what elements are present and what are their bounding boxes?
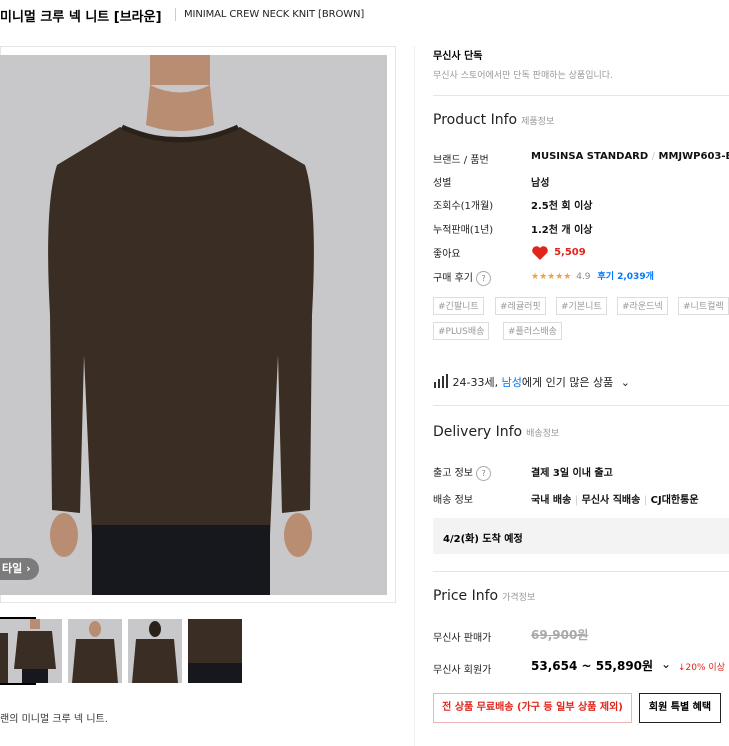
shipping-label: 출고 정보 ? (433, 464, 492, 481)
review-label: 구매 후기 ? (433, 269, 492, 286)
thumbnail-3[interactable] (68, 619, 122, 683)
tag-chip[interactable]: #라운드넥 (617, 297, 668, 315)
star-rating-icon: ★★★★★ (531, 272, 572, 282)
chevron-down-icon: ⌄ (620, 376, 631, 389)
arrival-estimate: 4/2(화) 도착 예정 (443, 534, 523, 545)
title-divider (175, 8, 176, 21)
product-title-en: MINIMAL CREW NECK KNIT [BROWN] (184, 9, 365, 20)
product-caption: 랜의 미니멀 크루 넥 니트. (0, 714, 108, 725)
column-divider (414, 46, 415, 746)
main-product-image[interactable] (0, 55, 387, 595)
thumbnail-image (8, 619, 62, 683)
thumbnail-image (188, 619, 242, 683)
arrow-down-icon: ↓ (678, 663, 686, 673)
member-price: 53,654 ~ 55,890원 (531, 659, 654, 673)
discount-badge: ↓20% 이상 (678, 663, 725, 673)
gender-value: 남성 (531, 178, 550, 189)
exclusive-title: 무신사 단독 (433, 51, 483, 62)
heart-icon (532, 245, 548, 260)
price-info-heading: Price Info 가격정보 (433, 588, 536, 604)
exclusive-desc: 무신사 스토어에서만 단독 판매하는 상품입니다. (433, 71, 613, 81)
review-count-link[interactable]: 후기 2,039개 (597, 272, 653, 282)
member-benefit-button[interactable]: 회원 특별 혜택 (639, 693, 721, 723)
help-icon[interactable]: ? (476, 271, 492, 286)
shipping-value: 결제 3일 이내 출고 (531, 468, 613, 479)
tag-chip[interactable]: #긴팔니트 (433, 297, 484, 315)
thumbnail-5[interactable] (188, 619, 242, 683)
likes-label: 좋아요 (433, 249, 461, 260)
tag-chip[interactable]: #PLUS배송 (433, 322, 490, 340)
sales-value: 1.2천 개 이상 (531, 225, 593, 236)
brand-label: 브랜드 / 품번 (433, 155, 489, 166)
product-title: 미니멀 크루 넥 니트 [브라운] (0, 10, 162, 25)
method-label: 배송 정보 (433, 495, 473, 506)
thumbnail-2[interactable] (8, 619, 62, 683)
likes-count: 5,509 (554, 247, 586, 258)
method-value: 국내 배송 | 무신사 직배송 | CJ대한통운 (531, 495, 699, 506)
tag-chip[interactable]: #레귤러핏 (495, 297, 546, 315)
tag-chip[interactable]: #니트컬렉 (678, 297, 729, 315)
tag-chip[interactable]: #플러스배송 (503, 322, 562, 340)
popular-demographic[interactable]: 24-33세, 남성에게 인기 많은 상품 ⌄ (433, 374, 630, 390)
delivery-info-heading: Delivery Info 배송정보 (433, 424, 560, 440)
thumbnail-image (68, 619, 122, 683)
thumbnail-image (128, 619, 182, 683)
chevron-right-icon: › (26, 562, 31, 575)
gender-label: 성별 (433, 178, 452, 189)
divider (433, 405, 729, 406)
bar-chart-icon (434, 374, 448, 388)
divider (433, 571, 729, 572)
brand-value[interactable]: MUSINSA STANDARD / MMJWP603-BI (531, 151, 729, 162)
sale-price: 69,900원 (531, 628, 589, 642)
chevron-down-icon[interactable]: ⌄ (661, 657, 671, 671)
sale-price-label: 무신사 판매가 (433, 633, 492, 644)
thumbnail-4[interactable] (128, 619, 182, 683)
model-wearing-sweater-image (0, 55, 387, 595)
help-icon[interactable]: ? (476, 466, 492, 481)
sales-label: 누적판매(1년) (433, 225, 494, 236)
divider (433, 95, 729, 96)
product-info-heading: Product Info 제품정보 (433, 112, 555, 128)
review-summary[interactable]: ★★★★★ 4.9 후기 2,039개 (531, 269, 654, 282)
like-button[interactable]: 5,509 (531, 242, 586, 261)
views-value: 2.5천 회 이상 (531, 201, 593, 212)
style-link-button[interactable]: 타일 › (0, 558, 39, 580)
member-price-label: 무신사 회원가 (433, 665, 492, 676)
free-shipping-button[interactable]: 전 상품 무료배송 (가구 등 일부 상품 제외) (433, 693, 632, 723)
tag-chip[interactable]: #기본니트 (556, 297, 607, 315)
views-label: 조회수(1개월) (433, 201, 494, 212)
